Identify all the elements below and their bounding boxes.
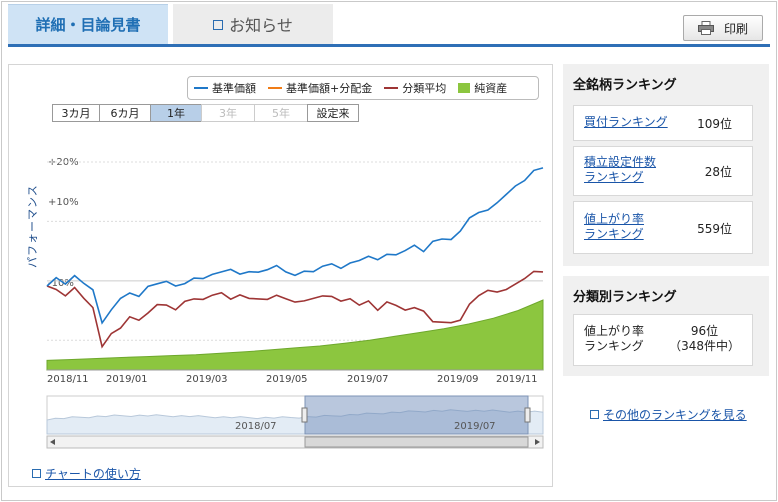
class-ranking-title: 分類別ランキング [573,290,677,305]
ranking-value: 28位 [704,165,732,179]
external-window-icon [590,410,599,419]
ranking-card: 値上がり率 ランキング 96位 （348件中） [573,314,753,366]
legend-swatch [384,87,399,89]
legend-item-class-average[interactable]: 分類平均 [384,80,446,96]
print-label: 印刷 [723,21,748,36]
all-ranking-title: 全銘柄ランキング [573,78,677,93]
tab-underline [8,44,770,47]
link-line: ランキング [584,227,644,241]
rank-position: 96位 [690,324,719,338]
range-1y-button[interactable]: 1年 [150,104,202,122]
x-tick-label: 2019/05 [266,374,308,385]
legend-label: 基準価額+分配金 [286,82,373,95]
chart-help-link[interactable]: チャートの使い方 [32,465,141,482]
range-6m-button[interactable]: 6カ月 [99,104,151,122]
tab-news[interactable]: お知らせ [173,4,333,44]
x-tick-label: 2019/07 [347,374,389,385]
class-ranking-value: 96位 （348件中） [669,324,740,354]
range-5y-button: 5年 [254,104,308,122]
ranking-value: 559位 [697,222,732,236]
label-line: 値上がり率 [584,324,645,338]
legend-swatch [458,83,471,93]
legend-swatch [194,87,208,89]
printer-icon [697,21,714,35]
price-rise-ranking-link[interactable]: 値上がり率 ランキング [584,212,644,242]
navigator-tick-label: 2018/07 [235,421,277,432]
purchase-ranking-link[interactable]: 買付ランキング [584,115,668,130]
y-tick-label: +20% [48,157,79,168]
y-axis-title: パフォーマンス [26,184,39,268]
more-rankings-link[interactable]: その他のランキングを見る [590,406,747,423]
x-tick-label: 2019/11 [496,374,538,385]
link-line: ランキング [584,170,644,184]
x-tick-label: 2018/11 [47,374,89,385]
legend-item-net-assets[interactable]: 純資産 [458,80,507,96]
class-price-rise-label: 値上がり率 ランキング [584,324,644,354]
link-line: 積立設定件数 [584,155,657,169]
tab-details[interactable]: 詳細・目論見書 [8,4,168,44]
print-button[interactable]: 印刷 [683,15,763,41]
savings-ranking-link[interactable]: 積立設定件数 ランキング [584,155,656,185]
ranking-card: 買付ランキング 109位 [573,105,753,141]
legend-label: 基準価額 [212,82,256,95]
y-tick-label: +10% [48,197,79,208]
legend-swatch [268,87,282,89]
link-line: 値上がり率 [584,212,645,226]
x-tick-label: 2019/01 [106,374,148,385]
ranking-value: 109位 [697,117,732,131]
external-window-icon [32,469,41,478]
ranking-card: 値上がり率 ランキング 559位 [573,201,753,254]
range-3m-button[interactable]: 3カ月 [52,104,100,122]
class-ranking-panel: 分類別ランキング 値上がり率 ランキング 96位 （348件中） [563,276,769,376]
x-tick-label: 2019/03 [186,374,228,385]
legend-item-nav[interactable]: 基準価額 [194,80,256,96]
legend-label: 分類平均 [402,82,447,95]
external-window-icon [213,20,224,30]
rank-total: （348件中） [669,339,740,353]
range-selector: 3カ月 6カ月 1年 3年 5年 設定来 [52,104,359,122]
all-ranking-panel: 全銘柄ランキング 買付ランキング 109位 積立設定件数 ランキング 28位 値… [563,64,769,266]
ranking-card: 積立設定件数 ランキング 28位 [573,146,753,196]
legend-item-nav-dividend[interactable]: 基準価額+分配金 [268,80,372,96]
navigator-tick-label: 2019/07 [454,421,496,432]
legend-label: 純資産 [474,82,508,95]
chart-legend: 基準価額 基準価額+分配金 分類平均 純資産 [187,76,539,100]
x-tick-label: 2019/09 [437,374,479,385]
tab-news-label: お知らせ [229,16,293,35]
label-line: ランキング [584,339,644,353]
range-3y-button: 3年 [201,104,255,122]
y-tick-label: -10% [48,278,74,289]
range-since-inception-button[interactable]: 設定来 [307,104,359,122]
more-rankings-label: その他のランキングを見る [603,408,747,422]
chart-help-label: チャートの使い方 [45,467,141,481]
